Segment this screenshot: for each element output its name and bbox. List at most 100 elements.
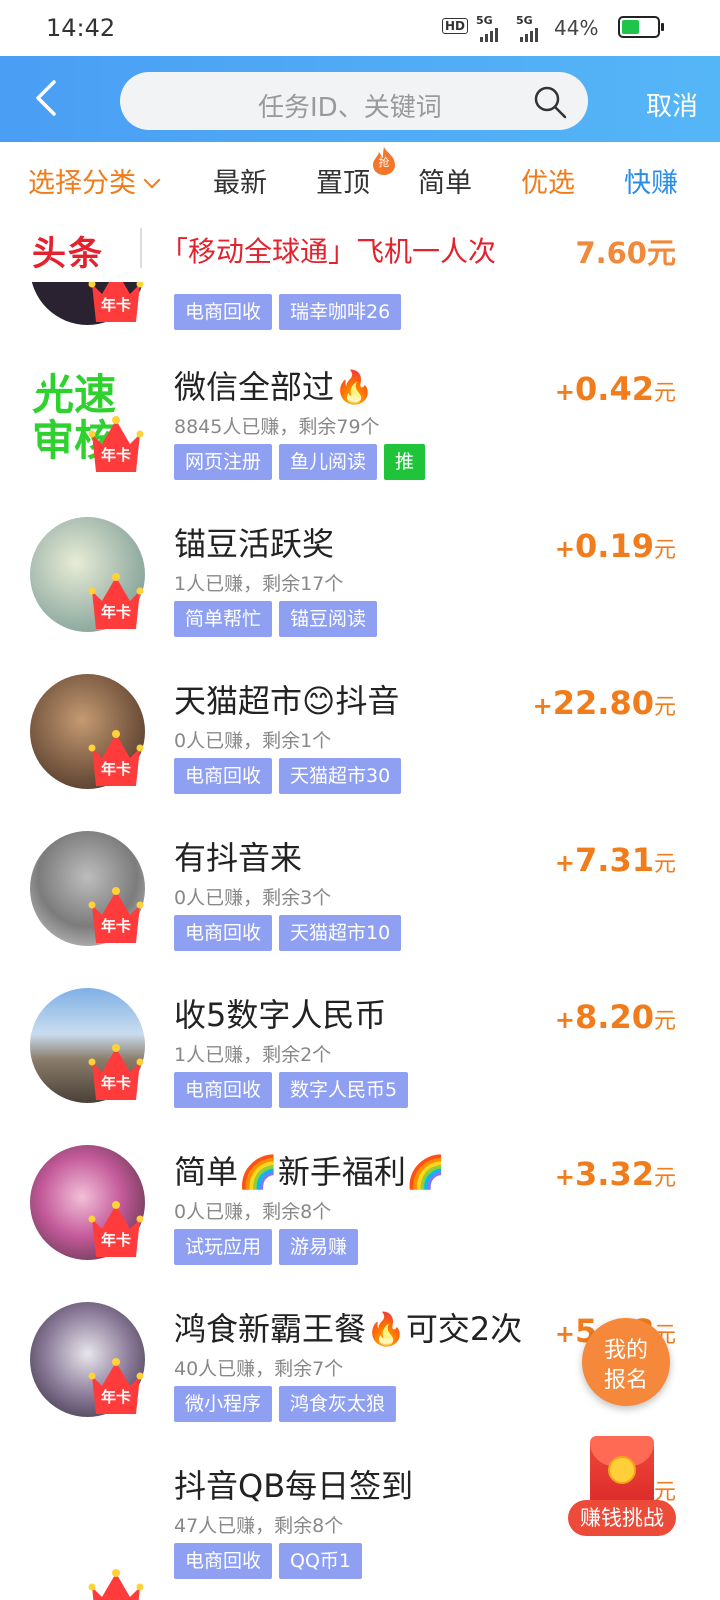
tag-list: 试玩应用 游易赚 [174, 1229, 359, 1265]
crown-icon: 年卡 [88, 1199, 144, 1261]
task-stats: 40人已赚，剩余7个 [174, 1358, 344, 1380]
tab-simple[interactable]: 简单 [418, 161, 472, 200]
chevron-down-icon [143, 171, 161, 189]
task-title: 天猫超市😊抖音 [174, 682, 400, 720]
task-title: 锚豆活跃奖 [174, 525, 335, 563]
earn-challenge-button[interactable]: 赚钱挑战 [568, 1436, 676, 1546]
tag-list: 电商回收 天猫超市30 [174, 758, 402, 794]
task-item[interactable]: 年卡 有抖音来 0人已赚，剩余3个 电商回收 天猫超市10 +7.31元 [0, 831, 720, 988]
status-bar: 14:42 HD 5G 5G 44% [0, 0, 720, 56]
avatar: 年卡 [30, 517, 145, 632]
task-item[interactable]: 光速审核 年卡 微信全部过🔥 8845人已赚，剩余79个 网页注册 鱼儿阅读 推… [0, 360, 720, 517]
search-input[interactable]: 任务ID、关键词 [120, 72, 588, 130]
crown-label: 年卡 [100, 446, 131, 464]
tag-list: 微小程序 鸿食灰太狼 [174, 1386, 397, 1422]
task-title: 简单🌈新手福利🌈 [174, 1153, 446, 1191]
tag: 电商回收 [174, 294, 273, 330]
search-header: 任务ID、关键词 取消 [0, 56, 720, 142]
avatar: 年卡 [30, 831, 145, 946]
crown-icon: 年卡 [88, 728, 144, 790]
tag: 电商回收 [174, 915, 273, 951]
task-item[interactable]: 年卡 电商回收 瑞幸咖啡26 [0, 282, 720, 367]
tag: 试玩应用 [174, 1229, 273, 1265]
tag: 电商回收 [174, 758, 273, 794]
task-reward: +0.19元 [554, 527, 676, 565]
task-reward: +0.42元 [554, 370, 676, 408]
search-placeholder: 任务ID、关键词 [258, 93, 442, 123]
crown-label: 年卡 [100, 1074, 131, 1092]
crown-label: 年卡 [100, 917, 131, 935]
tag: 天猫超市30 [279, 758, 402, 794]
tag: 锚豆阅读 [279, 601, 378, 637]
task-item[interactable]: 年卡 简单🌈新手福利🌈 0人已赚，剩余8个 试玩应用 游易赚 +3.32元 [0, 1145, 720, 1302]
tag: 网页注册 [174, 444, 273, 480]
search-icon[interactable] [532, 84, 568, 120]
tag-list: 电商回收 瑞幸咖啡26 [174, 294, 402, 330]
task-reward: +3.32元 [554, 1155, 676, 1193]
task-reward: +7.31元 [554, 841, 676, 879]
tag-list: 电商回收 QQ币1 [174, 1543, 363, 1579]
crown-icon: 年卡 [88, 885, 144, 947]
select-category-label: 选择分类 [28, 168, 136, 199]
crown-label: 年卡 [100, 760, 131, 778]
category-bar: 选择分类 最新 置顶 简单 优选 快赚 [0, 142, 720, 212]
task-stats: 47人已赚，剩余8个 [174, 1515, 344, 1537]
tag: 游易赚 [279, 1229, 359, 1265]
avatar: 年卡 [30, 988, 145, 1103]
tag: 微小程序 [174, 1386, 273, 1422]
crown-label: 年卡 [100, 296, 131, 314]
task-title: 有抖音来 [174, 839, 303, 877]
tag: 天猫超市10 [279, 915, 402, 951]
back-arrow-icon[interactable] [28, 78, 68, 118]
headline-banner[interactable]: 头条 「移动全球通」飞机一人次 7.60元 [0, 214, 720, 282]
tab-quick[interactable]: 快赚 [624, 161, 678, 200]
crown-icon: 年卡 [88, 414, 144, 476]
task-reward: +22.80元 [532, 684, 676, 722]
headline-title: 「移动全球通」飞机一人次 [160, 235, 497, 268]
cancel-button[interactable]: 取消 [646, 86, 698, 123]
crown-icon: 年卡 [88, 1042, 144, 1104]
coin-icon [608, 1456, 636, 1484]
tag: 简单帮忙 [174, 601, 273, 637]
task-stats: 0人已赚，剩余1个 [174, 730, 332, 752]
tag: 数字人民币5 [279, 1072, 409, 1108]
tag-list: 电商回收 天猫超市10 [174, 915, 402, 951]
task-title: 收5数字人民币 [174, 996, 387, 1034]
task-stats: 1人已赚，剩余17个 [174, 573, 344, 595]
my-signup-button[interactable]: 我的 报名 [582, 1318, 670, 1406]
task-title: 鸿食新霸王餐🔥可交2次 [174, 1310, 523, 1348]
task-stats: 0人已赚，剩余3个 [174, 887, 332, 909]
task-item[interactable]: 年卡 天猫超市😊抖音 0人已赚，剩余1个 电商回收 天猫超市30 +22.80元 [0, 674, 720, 831]
tag: 鸿食灰太狼 [279, 1386, 397, 1422]
avatar: 光速审核 年卡 [30, 360, 145, 475]
task-stats: 1人已赚，剩余2个 [174, 1044, 332, 1066]
earn-challenge-label: 赚钱挑战 [568, 1500, 676, 1536]
tab-preferred[interactable]: 优选 [521, 161, 575, 200]
status-time: 14:42 [46, 14, 116, 42]
avatar: 年卡 [30, 674, 145, 789]
hd-indicator: HD [442, 18, 469, 34]
tag: 瑞幸咖啡26 [279, 294, 402, 330]
task-list-screen: 14:42 HD 5G 5G 44% 任务ID、关键词 取消 选择分类 最新 置 [0, 0, 720, 1600]
task-reward: +8.20元 [554, 998, 676, 1036]
task-stats: 0人已赚，剩余8个 [174, 1201, 332, 1223]
crown-label: 年卡 [100, 1388, 131, 1406]
select-category-dropdown[interactable]: 选择分类 [28, 161, 161, 200]
task-stats: 8845人已赚，剩余79个 [174, 416, 380, 438]
crown-icon: 年卡 [88, 571, 144, 633]
tag: 鱼儿阅读 [279, 444, 378, 480]
tab-top[interactable]: 置顶 [316, 161, 370, 200]
tag-list: 简单帮忙 锚豆阅读 [174, 601, 378, 637]
divider [140, 228, 142, 268]
avatar: 年卡 [30, 282, 145, 325]
tab-latest[interactable]: 最新 [213, 161, 267, 200]
signup-label-line2: 报名 [603, 1368, 648, 1393]
battery-percent: 44% [554, 16, 599, 40]
headline-price: 7.60元 [575, 236, 676, 270]
task-item[interactable]: 年卡 锚豆活跃奖 1人已赚，剩余17个 简单帮忙 锚豆阅读 +0.19元 [0, 517, 720, 674]
task-title: 微信全部过🔥 [174, 368, 374, 406]
grab-badge-label: 抢 [378, 156, 390, 169]
tag-list: 电商回收 数字人民币5 [174, 1072, 409, 1108]
tag: 电商回收 [174, 1072, 273, 1108]
task-item[interactable]: 年卡 收5数字人民币 1人已赚，剩余2个 电商回收 数字人民币5 +8.20元 [0, 988, 720, 1145]
